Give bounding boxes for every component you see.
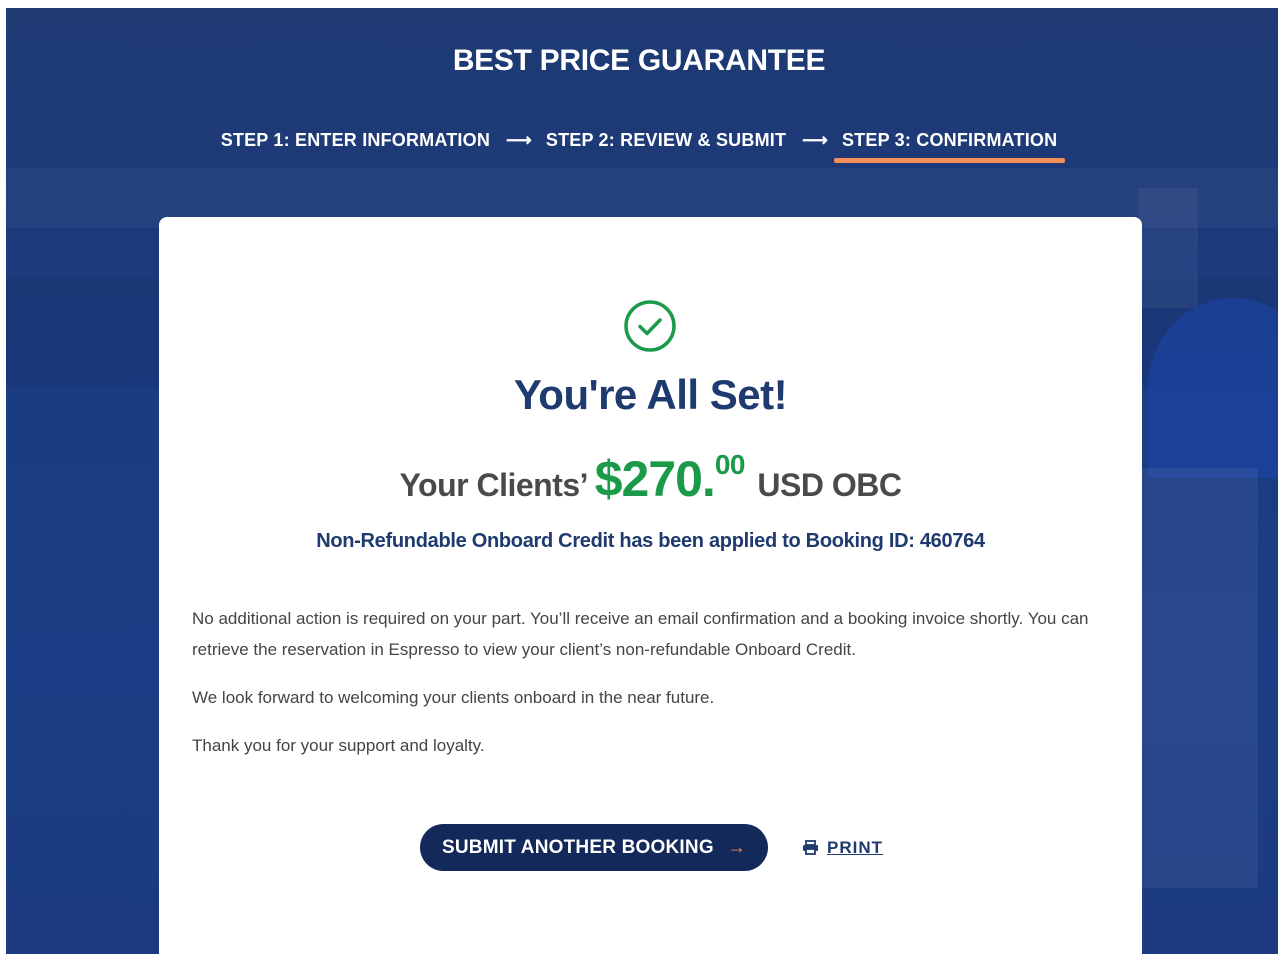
print-link[interactable]: PRINT — [802, 838, 883, 858]
submit-button-label: SUBMIT ANOTHER BOOKING — [442, 836, 714, 858]
arrow-right-icon: → — [727, 837, 747, 857]
step-progress: STEP 1: ENTER INFORMATION ⟶ STEP 2: REVI… — [0, 130, 1278, 163]
confirmation-headline: You're All Set! — [513, 371, 788, 418]
background-building — [1138, 468, 1258, 888]
check-circle-icon — [624, 300, 676, 352]
confirmation-body: No additional action is required on your… — [192, 603, 1112, 778]
body-paragraph: Thank you for your support and loyalty. — [192, 736, 485, 755]
print-label: PRINT — [827, 837, 884, 857]
amount-suffix: USD OBC — [757, 467, 902, 503]
body-paragraph: We look forward to welcoming your client… — [192, 688, 715, 707]
action-bar: SUBMIT ANOTHER BOOKING → PRINT — [420, 824, 883, 871]
step-3-active: STEP 3: CONFIRMATION — [833, 130, 1066, 163]
booking-id-message: Non-Refundable Onboard Credit has been a… — [316, 530, 985, 552]
credit-amount: $270. — [594, 451, 716, 507]
body-paragraph: No additional action is required on your… — [192, 609, 1089, 659]
credit-amount-cents: 00 — [714, 449, 746, 480]
credit-amount-line: Your Clients’ $270.00 USD OBC — [159, 449, 1142, 508]
confirmation-card: You're All Set! Your Clients’ $270.00 US… — [159, 217, 1142, 954]
step-arrow-icon: ⟶ — [802, 130, 828, 150]
page-title: BEST PRICE GUARANTEE — [452, 44, 826, 77]
printer-icon — [803, 840, 819, 855]
step-2: STEP 2: REVIEW & SUBMIT — [545, 130, 787, 150]
step-arrow-icon: ⟶ — [506, 130, 532, 150]
background-building — [1138, 188, 1198, 308]
submit-another-booking-button[interactable]: SUBMIT ANOTHER BOOKING → — [420, 824, 769, 871]
amount-prefix: Your Clients’ — [399, 467, 587, 503]
step-1: STEP 1: ENTER INFORMATION — [220, 130, 491, 150]
